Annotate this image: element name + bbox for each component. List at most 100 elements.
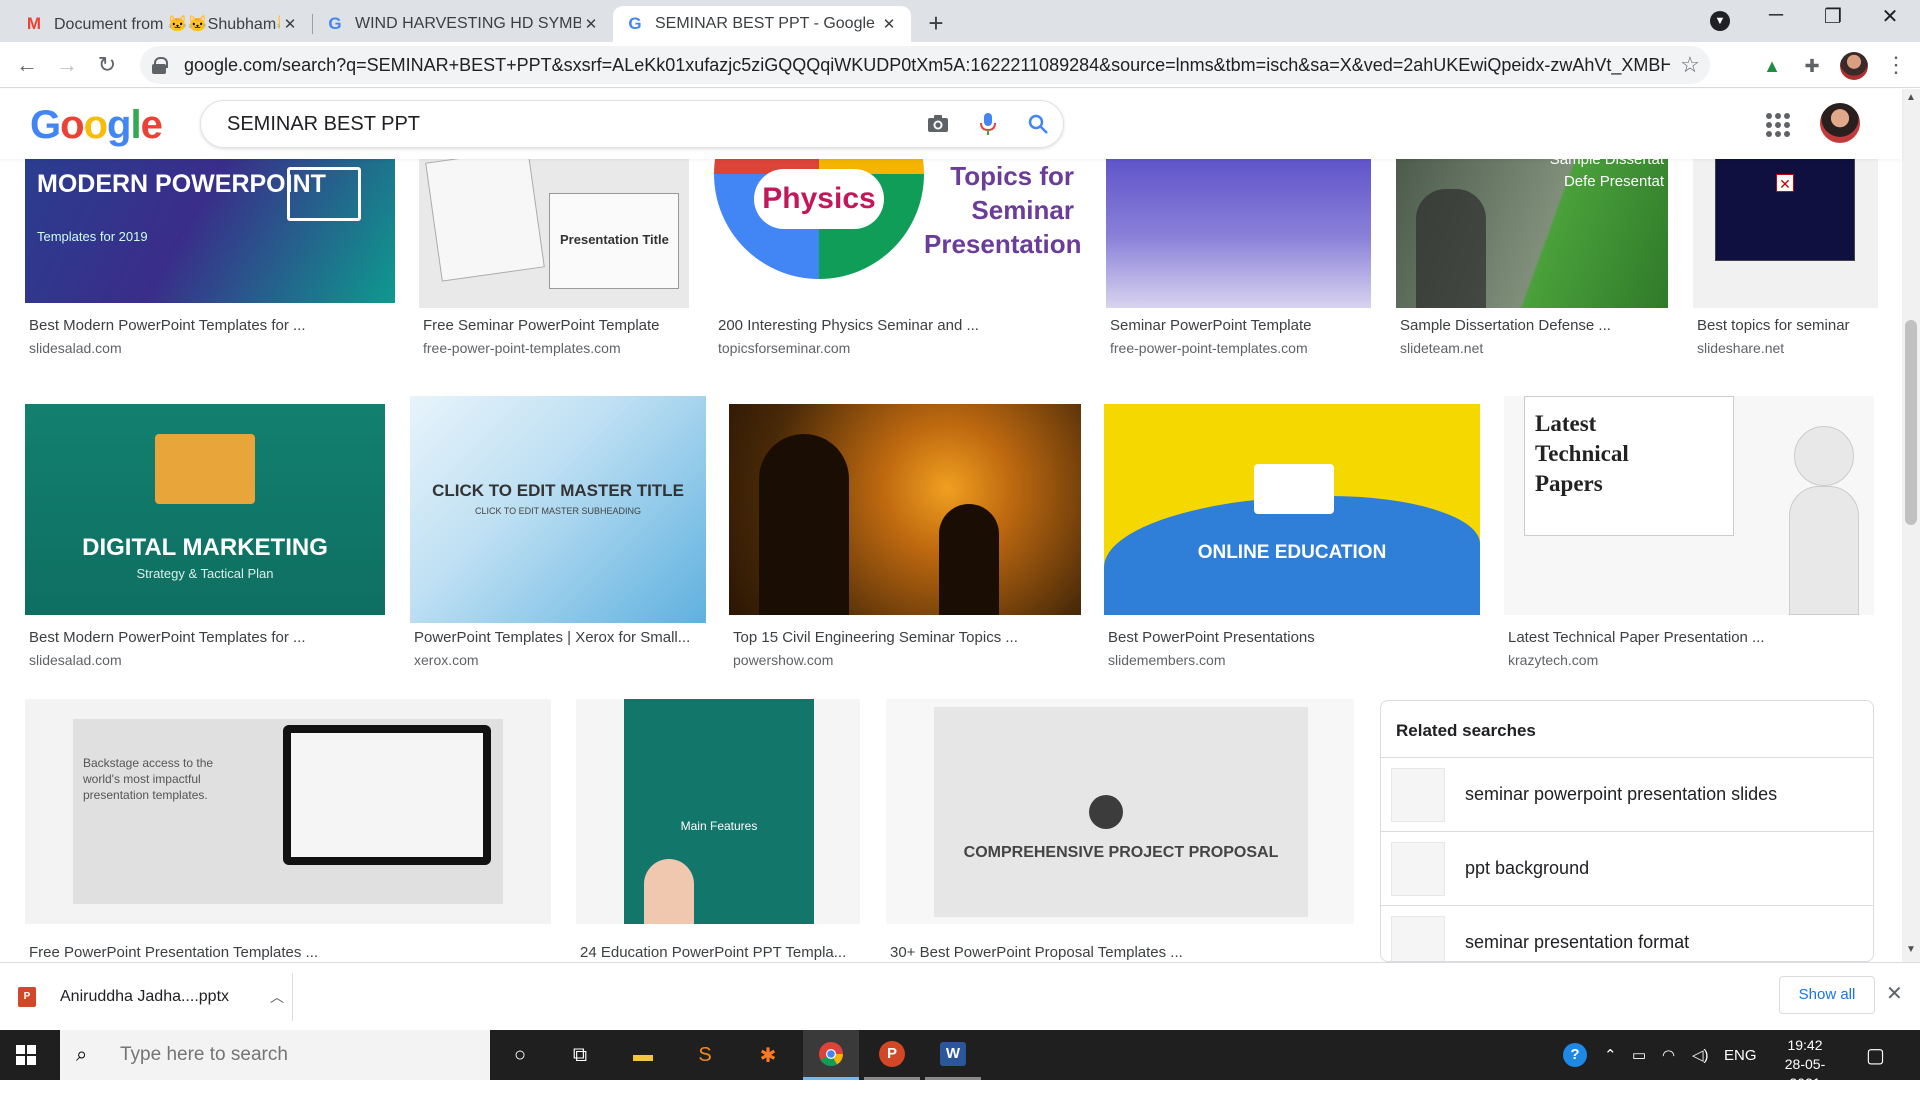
extensions-puzzle-icon[interactable]: ✚ xyxy=(1800,54,1824,78)
chrome-icon[interactable] xyxy=(803,1030,859,1080)
wifi-icon[interactable]: ◠ xyxy=(1662,1030,1675,1080)
result-thumbnail[interactable]: CLICK TO EDIT MASTER TITLE CLICK TO EDIT… xyxy=(410,396,706,623)
result-title[interactable]: Top 15 Civil Engineering Seminar Topics … xyxy=(733,629,1081,646)
result-source[interactable]: slidesalad.com xyxy=(29,652,122,668)
chevron-up-icon[interactable]: ⌃ xyxy=(1604,1030,1617,1080)
related-search-item[interactable]: ppt background xyxy=(1381,831,1873,905)
image-result[interactable]: CLICK TO EDIT MASTER TITLE CLICK TO EDIT… xyxy=(410,396,706,668)
tab-search-icon[interactable]: ▼ xyxy=(1710,11,1730,31)
image-result[interactable]: Main Features 24 Education PowerPoint PP… xyxy=(576,699,860,962)
reload-button[interactable]: ↻ xyxy=(92,50,122,80)
related-search-label[interactable]: ppt background xyxy=(1465,858,1589,879)
address-bar[interactable]: google.com/search?q=SEMINAR+BEST+PPT&sxs… xyxy=(140,46,1710,84)
close-icon[interactable]: ✕ xyxy=(280,15,300,33)
account-avatar[interactable] xyxy=(1820,103,1860,143)
image-result[interactable]: Latest Technical Papers Latest Technical… xyxy=(1504,396,1874,668)
result-thumbnail[interactable]: MODERN POWERPOINT Templates for 2019 xyxy=(25,149,395,303)
extension-translate-icon[interactable]: ▲ xyxy=(1760,54,1784,78)
tab-gmail-document[interactable]: M Document from 🐱🐱Shubham🐱 ✕ xyxy=(12,6,312,42)
result-thumbnail[interactable]: Sample Dissertat Defe Presentat xyxy=(1396,149,1668,308)
image-result[interactable]: Backstage access to the world's most imp… xyxy=(25,699,551,962)
lock-icon[interactable] xyxy=(152,57,168,74)
bookmark-star-icon[interactable]: ☆ xyxy=(1670,52,1710,78)
close-icon[interactable]: ✕ xyxy=(879,15,899,33)
related-search-label[interactable]: seminar presentation format xyxy=(1465,932,1689,953)
result-title[interactable]: Best topics for seminar xyxy=(1697,317,1877,334)
tab-seminar-best-ppt[interactable]: G SEMINAR BEST PPT - Google Sea ✕ xyxy=(613,6,911,42)
image-result[interactable]: ONLINE EDUCATION Best PowerPoint Present… xyxy=(1104,404,1480,668)
close-download-bar-icon[interactable]: ✕ xyxy=(1886,981,1903,1006)
result-thumbnail[interactable]: ONLINE EDUCATION xyxy=(1104,404,1480,615)
taskbar-search-box[interactable]: ⌕ xyxy=(60,1030,490,1080)
result-title[interactable]: Free PowerPoint Presentation Templates .… xyxy=(29,944,549,961)
result-source[interactable]: powershow.com xyxy=(733,652,833,668)
scrollbar-thumb[interactable] xyxy=(1905,320,1917,525)
scroll-up-arrow[interactable]: ▲ xyxy=(1905,92,1917,103)
windows-start-icon[interactable] xyxy=(16,1045,36,1065)
minimize-button[interactable]: ─ xyxy=(1756,4,1796,27)
result-thumbnail[interactable]: DIGITAL MARKETING Strategy & Tactical Pl… xyxy=(25,404,385,615)
result-thumbnail[interactable]: Physics Topics for Seminar Presentation xyxy=(714,149,1082,308)
result-source[interactable]: xerox.com xyxy=(414,652,479,668)
google-logo[interactable]: Google xyxy=(30,103,163,148)
result-title[interactable]: Best PowerPoint Presentations xyxy=(1108,629,1480,646)
result-source[interactable]: slideshare.net xyxy=(1697,340,1784,356)
download-item[interactable]: P Aniruddha Jadha....pptx ︿ xyxy=(18,973,293,1021)
browser-profile-avatar[interactable] xyxy=(1840,52,1868,80)
result-source[interactable]: free-power-point-templates.com xyxy=(1110,340,1308,356)
image-result[interactable]: Top 15 Civil Engineering Seminar Topics … xyxy=(729,404,1081,668)
result-title[interactable]: 24 Education PowerPoint PPT Templa... xyxy=(580,944,860,961)
window-close-button[interactable]: ✕ xyxy=(1870,4,1910,29)
microphone-icon[interactable] xyxy=(963,101,1013,147)
related-search-label[interactable]: seminar powerpoint presentation slides xyxy=(1465,784,1777,805)
show-all-button[interactable]: Show all xyxy=(1779,976,1875,1014)
camera-icon[interactable] xyxy=(913,101,963,147)
result-source[interactable]: slideteam.net xyxy=(1400,340,1483,356)
search-input[interactable] xyxy=(227,112,913,136)
result-source[interactable]: free-power-point-templates.com xyxy=(423,340,621,356)
result-source[interactable]: krazytech.com xyxy=(1508,652,1598,668)
result-title[interactable]: Best Modern PowerPoint Templates for ... xyxy=(29,629,385,646)
result-title[interactable]: 30+ Best PowerPoint Proposal Templates .… xyxy=(890,944,1354,961)
scroll-down-arrow[interactable]: ▼ xyxy=(1905,944,1917,955)
result-thumbnail[interactable]: ✕ xyxy=(1693,149,1878,308)
file-explorer-icon[interactable]: ▬ xyxy=(615,1030,671,1080)
restore-button[interactable]: ❐ xyxy=(1813,4,1853,29)
new-tab-button[interactable]: + xyxy=(922,8,950,39)
page-scrollbar[interactable] xyxy=(1902,89,1920,962)
forward-button[interactable]: → xyxy=(52,50,82,80)
xampp-icon[interactable]: ✱ xyxy=(740,1030,796,1080)
result-source[interactable]: topicsforseminar.com xyxy=(718,340,850,356)
related-search-item[interactable]: seminar powerpoint presentation slides xyxy=(1381,757,1873,831)
chevron-up-icon[interactable]: ︿ xyxy=(262,987,292,1007)
image-result[interactable]: COMPREHENSIVE PROJECT PROPOSAL 30+ Best … xyxy=(886,699,1354,962)
browser-menu-icon[interactable]: ⋮ xyxy=(1884,52,1908,78)
language-indicator[interactable]: ENG xyxy=(1724,1030,1757,1080)
battery-icon[interactable]: ▭ xyxy=(1632,1030,1646,1080)
taskbar-search-input[interactable] xyxy=(120,1044,460,1066)
close-icon[interactable]: ✕ xyxy=(581,15,601,33)
clock[interactable]: 19:42 28-05-2021 xyxy=(1770,1036,1840,1093)
google-apps-icon[interactable] xyxy=(1766,113,1790,137)
help-icon[interactable]: ? xyxy=(1563,1030,1587,1080)
word-icon[interactable]: W xyxy=(925,1030,981,1080)
result-thumbnail[interactable]: Backstage access to the world's most imp… xyxy=(25,699,551,924)
notifications-icon[interactable]: ▢ xyxy=(1866,1030,1885,1080)
volume-icon[interactable]: ◁) xyxy=(1692,1030,1709,1080)
search-icon[interactable] xyxy=(1013,101,1063,147)
related-search-item[interactable]: seminar presentation format xyxy=(1381,905,1873,961)
result-source[interactable]: slidemembers.com xyxy=(1108,652,1225,668)
result-thumbnail[interactable]: Latest Technical Papers xyxy=(1504,396,1874,615)
result-thumbnail[interactable] xyxy=(1106,149,1371,308)
result-title[interactable]: Best Modern PowerPoint Templates for ... xyxy=(29,317,389,334)
cortana-icon[interactable]: ○ xyxy=(492,1030,548,1080)
tab-wind-harvesting[interactable]: G WIND HARVESTING HD SYMBOL ✕ xyxy=(313,6,613,42)
result-title[interactable]: Seminar PowerPoint Template xyxy=(1110,317,1370,334)
sublime-text-icon[interactable]: S xyxy=(677,1030,733,1080)
result-thumbnail[interactable]: Main Features xyxy=(576,699,860,924)
back-button[interactable]: ← xyxy=(12,50,42,80)
result-title[interactable]: Free Seminar PowerPoint Template xyxy=(423,317,687,334)
result-thumbnail[interactable]: Presentation Title xyxy=(419,149,689,308)
result-title[interactable]: PowerPoint Templates | Xerox for Small..… xyxy=(414,629,706,646)
url-text[interactable]: google.com/search?q=SEMINAR+BEST+PPT&sxs… xyxy=(184,55,1670,76)
